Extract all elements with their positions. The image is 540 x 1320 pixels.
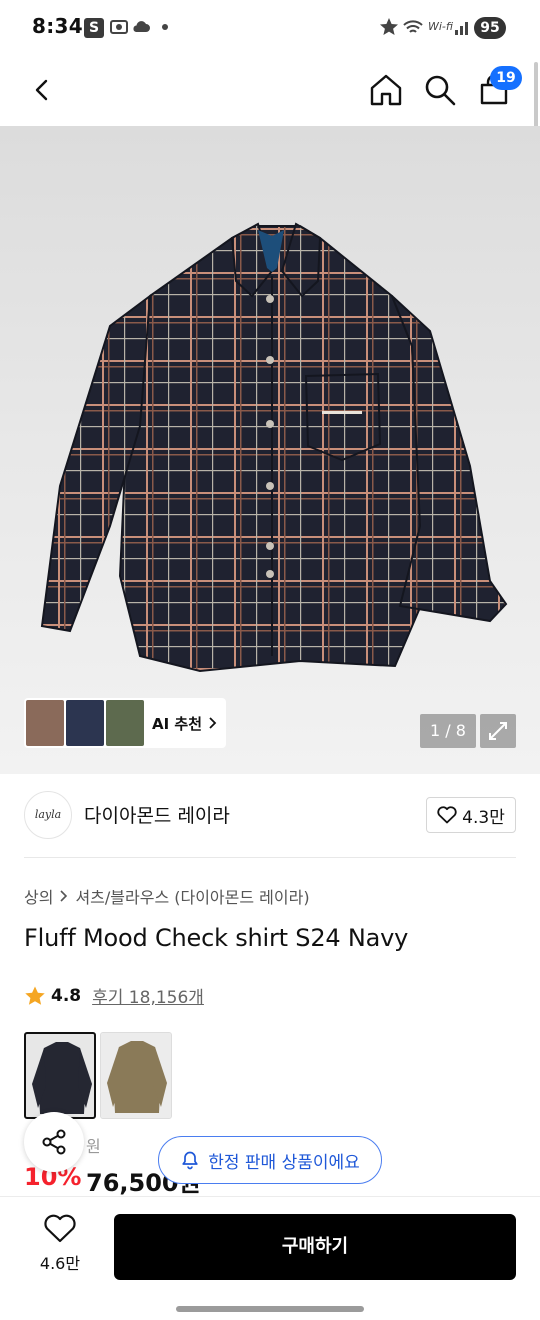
color-option-navy[interactable] xyxy=(24,1032,96,1119)
back-button[interactable] xyxy=(18,66,66,114)
search-icon xyxy=(425,75,456,106)
home-indicator[interactable] xyxy=(176,1306,364,1312)
expand-image-button[interactable] xyxy=(480,714,516,748)
network-label: Wi-fi xyxy=(428,20,454,33)
rating-score: 4.8 xyxy=(51,985,82,1006)
star-status-icon xyxy=(380,18,398,35)
recommend-thumb-2[interactable] xyxy=(66,700,104,746)
battery-indicator: 95 xyxy=(474,17,506,39)
brand-logo[interactable]: layla xyxy=(24,791,72,839)
bell-icon xyxy=(182,1151,198,1170)
share-icon xyxy=(42,1129,66,1155)
swatch-image xyxy=(26,1034,94,1117)
status-bar: 8:34 S Wi-fi 95 xyxy=(0,0,540,56)
heart-icon xyxy=(44,1214,76,1243)
back-icon xyxy=(35,79,48,101)
breadcrumb-level1[interactable]: 상의 xyxy=(24,884,53,908)
breadcrumb: 상의 셔츠/블라우스 (다이아몬드 레이라) xyxy=(24,884,310,908)
original-price: 원 xyxy=(86,1137,101,1156)
rating-row: 4.8 후기 18,156개 xyxy=(24,983,204,1008)
home-icon xyxy=(370,74,402,106)
divider xyxy=(24,857,516,858)
breadcrumb-level2[interactable]: 셔츠/블라우스 (다이아몬드 레이라) xyxy=(75,884,309,908)
product-image xyxy=(40,222,508,673)
search-button[interactable] xyxy=(416,66,464,114)
image-counter: 1 / 8 xyxy=(420,714,476,748)
dot-icon xyxy=(162,24,168,30)
share-button[interactable] xyxy=(24,1112,84,1172)
home-button[interactable] xyxy=(362,66,410,114)
brand-like-button[interactable]: 4.3만 xyxy=(426,797,516,833)
app-header xyxy=(0,56,540,126)
ai-recommend-button[interactable]: AI 추천 xyxy=(24,698,226,748)
screenshot-icon xyxy=(110,20,128,34)
heart-icon xyxy=(437,806,457,824)
chevron-right-icon xyxy=(60,890,68,902)
cart-count-badge: 19 xyxy=(490,66,522,90)
review-count-link[interactable]: 후기 18,156개 xyxy=(92,983,204,1008)
limited-sale-label: 한정 판매 상품이에요 xyxy=(208,1152,360,1173)
cloud-icon xyxy=(133,21,150,32)
product-like-button[interactable]: 4.6만 xyxy=(30,1214,90,1278)
star-icon xyxy=(25,986,45,1005)
signal-icon xyxy=(455,22,468,35)
chevron-right-icon xyxy=(209,717,217,729)
buy-button[interactable]: 구매하기 xyxy=(114,1214,516,1280)
product-image-gallery[interactable] xyxy=(0,126,540,774)
brand-like-count: 4.3만 xyxy=(462,807,505,828)
expand-icon xyxy=(489,722,507,740)
color-option-beige[interactable] xyxy=(100,1032,172,1119)
brand-name[interactable]: 다이아몬드 레이라 xyxy=(84,801,230,828)
s-app-icon: S xyxy=(84,18,104,38)
recommend-thumb-1[interactable] xyxy=(26,700,64,746)
recommend-thumb-3[interactable] xyxy=(106,700,144,746)
wifi-icon xyxy=(403,20,423,33)
ai-recommend-label: AI 추천 xyxy=(152,714,203,733)
product-like-count: 4.6만 xyxy=(39,1254,81,1273)
product-title: Fluff Mood Check shirt S24 Navy xyxy=(24,924,409,952)
limited-sale-notice[interactable]: 한정 판매 상품이에요 xyxy=(158,1136,382,1184)
swatch-image xyxy=(101,1033,171,1118)
status-time: 8:34 xyxy=(32,14,83,38)
